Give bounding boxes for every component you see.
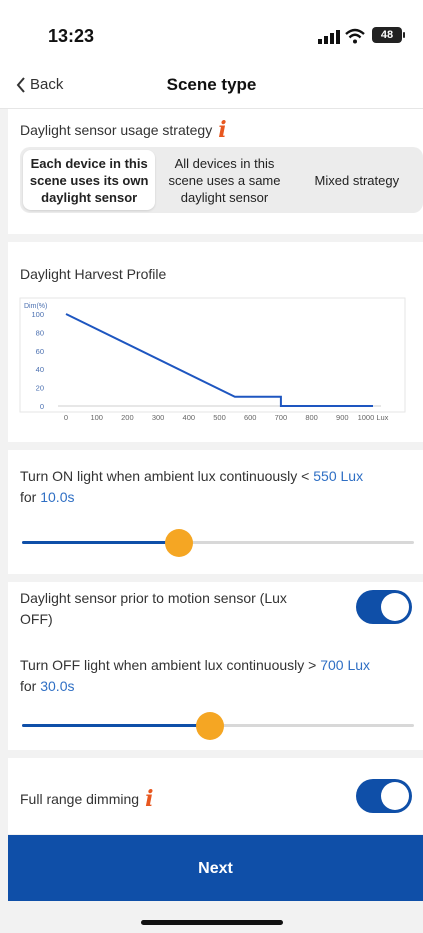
chart-x-tick: 700 (275, 413, 288, 422)
full-range-label-row: Full range dimming i (20, 786, 153, 812)
strategy-option-same-sensor[interactable]: All devices in this scene uses a same da… (158, 147, 290, 213)
chart-y-tick: 80 (36, 328, 44, 337)
prior-toggle[interactable] (356, 590, 412, 624)
chart-x-tick: 100 (90, 413, 103, 422)
turn-off-duration: 30.0s (40, 678, 75, 694)
strategy-option-own-sensor[interactable]: Each device in this scene uses its own d… (23, 150, 156, 210)
chart-y-label: Dim(%) (24, 303, 47, 310)
chart-x-tick: 400 (183, 413, 196, 422)
chart-y-tick: 100 (31, 310, 44, 319)
strategy-segmented-control: Each device in this scene uses its own d… (20, 147, 423, 213)
profile-label: Daylight Harvest Profile (20, 266, 167, 282)
status-time: 13:23 (48, 26, 95, 46)
full-range-label: Full range dimming (20, 791, 140, 807)
strategy-label-row: Daylight sensor usage strategy i (20, 117, 227, 143)
strategy-label: Daylight sensor usage strategy (20, 122, 213, 138)
turn-off-for: for (20, 678, 41, 694)
slider-fill (22, 724, 211, 727)
turn-on-duration: 10.0s (40, 489, 75, 505)
info-icon[interactable]: i (218, 117, 226, 143)
chart-x-tick: 500 (213, 413, 226, 422)
battery-icon: 48 (372, 27, 405, 43)
turn-off-lux: 700 Lux (320, 657, 371, 673)
chart-y-tick: 40 (36, 365, 44, 374)
slider-thumb[interactable] (196, 712, 225, 740)
slider-fill (22, 541, 179, 544)
turn-on-prefix: Turn ON light when ambient lux continuou… (20, 468, 314, 484)
chart-y-tick: 60 (36, 347, 44, 356)
signal-icon (318, 30, 340, 44)
home-indicator (141, 920, 283, 925)
turn-on-slider[interactable] (22, 529, 414, 557)
nav-bar: Back Scene type (0, 62, 423, 109)
chart-x-tick: 800 (305, 413, 318, 422)
chart-x-tick: 300 (152, 413, 165, 422)
prior-label: Daylight sensor prior to motion sensor (… (20, 590, 287, 627)
chart-x-tick: 200 (121, 413, 134, 422)
daylight-harvest-chart: Dim(%) 0 20 40 60 80 100 0 100 200 300 400 500 600 700… (19, 297, 406, 422)
chart-x-tick: 900 (336, 413, 349, 422)
chart-x-tick: 1000 Lux (358, 413, 389, 422)
status-bar: 13:23 48 (0, 0, 423, 62)
turn-off-prefix: Turn OFF light when ambient lux continuo… (20, 657, 321, 673)
chart-x-tick: 600 (244, 413, 257, 422)
turn-off-text: Turn OFF light when ambient lux continuo… (20, 655, 410, 697)
chart-y-tick: 20 (36, 384, 44, 393)
toggle-knob (381, 782, 409, 810)
turn-on-for: for (20, 489, 41, 505)
turn-off-slider[interactable] (22, 712, 414, 740)
toggle-knob (381, 593, 409, 621)
next-button[interactable]: Next (8, 835, 423, 901)
chart-y-tick: 0 (40, 402, 44, 411)
chart-frame (19, 297, 406, 413)
info-icon[interactable]: i (145, 786, 153, 812)
profile-card: Daylight Harvest Profile Dim(%) 0 20 40 60 80… (8, 242, 423, 442)
wifi-icon (345, 28, 365, 44)
full-range-toggle[interactable] (356, 779, 412, 813)
chart-x-tick: 0 (64, 413, 68, 422)
strategy-card: Daylight sensor usage strategy i Each de… (8, 109, 423, 234)
turn-off-card: Daylight sensor prior to motion sensor (… (8, 582, 423, 750)
slider-thumb[interactable] (164, 529, 193, 557)
full-range-card: Full range dimming i (8, 758, 423, 834)
strategy-option-mixed[interactable]: Mixed strategy (291, 147, 423, 213)
turn-on-lux: 550 Lux (313, 468, 364, 484)
turn-on-card: Turn ON light when ambient lux continuou… (8, 450, 423, 574)
turn-on-text: Turn ON light when ambient lux continuou… (20, 466, 400, 508)
page-title: Scene type (166, 75, 257, 94)
